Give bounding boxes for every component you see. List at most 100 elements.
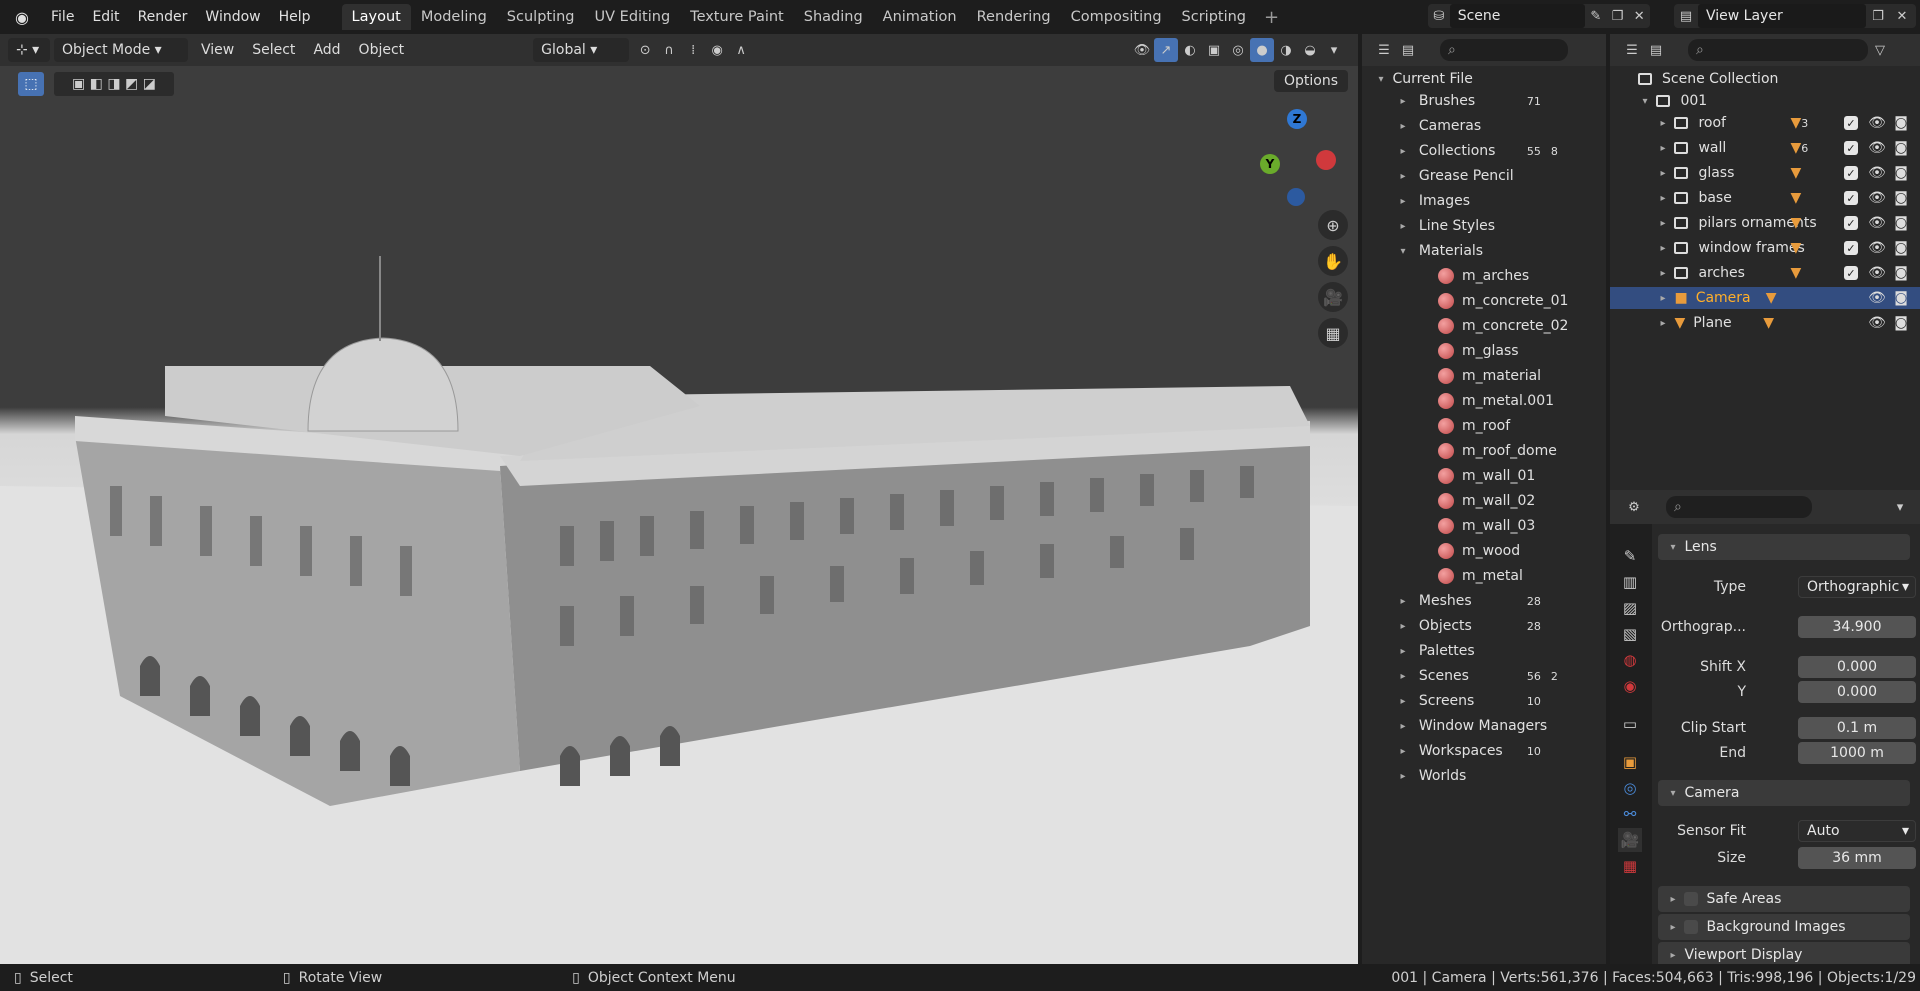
tab-compositing[interactable]: Compositing [1061,4,1172,30]
blender-logo-icon[interactable]: ◉ [12,7,32,27]
tree-item[interactable]: ▸ Window Managers [1362,715,1547,737]
file-outliner-search[interactable]: ⌕ [1440,39,1568,61]
render-camera-icon[interactable]: ◙ [1892,165,1910,181]
background-images-checkbox[interactable] [1684,920,1699,934]
eye-icon[interactable]: 👁 [1868,215,1886,231]
sensor-size-field[interactable]: 36 mm [1798,847,1916,869]
material-item[interactable]: m_metal.001 [1362,390,1554,412]
expand-triangle[interactable]: ▸ [1396,146,1410,157]
collapse-triangle[interactable]: ▸ [1666,950,1680,961]
expand-triangle[interactable]: ▾ [1374,74,1388,85]
outliner-editor-icon[interactable]: ☰ [1372,38,1396,62]
exclude-checkbox[interactable]: ✓ [1844,166,1858,180]
expand-triangle[interactable]: ▸ [1396,221,1410,232]
tree-item[interactable]: ▸ Brushes 71 [1362,90,1551,112]
eye-icon[interactable]: 👁 [1868,240,1886,256]
eye-icon[interactable]: 👁 [1868,190,1886,206]
collection-tab-icon[interactable]: ▭ [1618,712,1642,736]
tree-item[interactable]: ▸ Worlds [1362,765,1537,787]
properties-search[interactable]: ⌕ [1666,496,1812,518]
material-shading-icon[interactable]: ◑ [1274,38,1298,62]
texture-tab-icon[interactable]: ▦ [1618,854,1642,878]
tree-collection-001[interactable]: ▾ 001 [1638,90,1920,112]
expand-triangle[interactable]: ▸ [1396,196,1410,207]
outliner-row[interactable]: ▸ ▼ Plane ▼ 👁 ◙ [1610,312,1920,334]
expand-triangle[interactable]: ▸ [1396,621,1410,632]
eye-icon[interactable]: 👁 [1868,140,1886,156]
expand-triangle[interactable]: ▸ [1396,96,1410,107]
tab-uv-editing[interactable]: UV Editing [585,4,681,30]
tab-rendering[interactable]: Rendering [967,4,1061,30]
snap-target-icon[interactable]: ⁞ [681,38,705,62]
expand-triangle[interactable]: ▸ [1396,696,1410,707]
render-camera-icon[interactable]: ◙ [1892,265,1910,281]
expand-triangle[interactable]: ▸ [1396,771,1410,782]
camera-data-tab-icon[interactable]: 🎥 [1618,828,1642,852]
falloff-icon[interactable]: ∧ [729,38,753,62]
viewport-display-panel[interactable]: ▸ Viewport Display [1658,942,1910,964]
outliner-row[interactable]: ▸ ■ Camera ▼ 👁 ◙ [1610,287,1920,309]
3d-viewport[interactable]: ⬚ ▣ ◧ ◨ ◩ ◪ Options Z Y ⊕ ✋ 🎥 ▦ [0,66,1358,964]
shift-x-field[interactable]: 0.000 [1798,656,1916,678]
safe-areas-checkbox[interactable] [1684,892,1699,906]
delete-view-layer-icon[interactable]: ✕ [1890,4,1914,28]
object-tab-icon[interactable]: ▣ [1618,750,1642,774]
expand-triangle[interactable]: ▾ [1638,96,1652,107]
expand-triangle[interactable]: ▸ [1656,243,1670,254]
background-images-panel[interactable]: ▸ Background Images [1658,914,1910,940]
tab-layout[interactable]: Layout [341,4,411,30]
exclude-checkbox[interactable]: ✓ [1844,141,1858,155]
exclude-checkbox[interactable]: ✓ [1844,241,1858,255]
type-dropdown[interactable]: Orthographic ▾ [1798,576,1916,598]
overlay-icon[interactable]: ◐ [1178,38,1202,62]
pin-icon[interactable]: ✎ [1585,4,1607,28]
menu-render[interactable]: Render [129,4,197,30]
material-item[interactable]: m_glass [1362,340,1519,362]
tree-current-file[interactable]: ▾ Current File [1374,68,1472,90]
perspective-toggle-icon[interactable]: ▦ [1318,318,1348,348]
shift-y-field[interactable]: 0.000 [1798,681,1916,703]
expand-triangle[interactable]: ▸ [1396,596,1410,607]
render-camera-icon[interactable]: ◙ [1892,215,1910,231]
add-menu[interactable]: Add [304,42,349,58]
render-camera-icon[interactable]: ◙ [1892,140,1910,156]
material-item[interactable]: m_wood [1362,540,1520,562]
clip-start-field[interactable]: 0.1 m [1798,717,1916,739]
outliner-row[interactable]: ▸ glass ▼ ✓ 👁 ◙ [1610,162,1920,184]
gizmo-x-axis[interactable] [1316,150,1336,170]
display-mode-icon-2[interactable]: ▤ [1644,38,1668,62]
properties-options-icon[interactable]: ▾ [1888,495,1912,519]
new-scene-icon[interactable]: ❐ [1607,4,1629,28]
outliner-row[interactable]: ▸ window frames ▼ ✓ 👁 ◙ [1610,237,1920,259]
output-tab-icon[interactable]: ▨ [1618,596,1642,620]
rendered-shading-icon[interactable]: ◒ [1298,38,1322,62]
select-menu[interactable]: Select [243,42,304,58]
gizmo-y-axis[interactable]: Y [1260,154,1280,174]
eye-icon[interactable]: 👁 [1868,115,1886,131]
render-camera-icon[interactable]: ◙ [1892,190,1910,206]
render-camera-icon[interactable]: ◙ [1892,290,1910,306]
outliner-editor-icon-2[interactable]: ☰ [1620,38,1644,62]
xray-icon[interactable]: ▣ [1202,38,1226,62]
ortho-scale-field[interactable]: 34.900 [1798,616,1916,638]
material-item[interactable]: m_roof_dome [1362,440,1557,462]
material-item[interactable]: m_wall_01 [1362,465,1535,487]
view-menu[interactable]: View [192,42,243,58]
orientation-selector[interactable]: Global ▾ [533,38,630,62]
tab-sculpting[interactable]: Sculpting [497,4,585,30]
filter-icon[interactable]: ▽ [1868,38,1892,62]
material-item[interactable]: m_wall_03 [1362,515,1535,537]
camera-panel-header[interactable]: ▾ Camera [1658,780,1910,806]
expand-triangle[interactable]: ▾ [1396,246,1410,257]
delete-scene-icon[interactable]: ✕ [1628,4,1650,28]
render-tab-icon[interactable]: ▥ [1618,570,1642,594]
tree-item[interactable]: ▸ Collections 55 8 [1362,140,1557,162]
new-view-layer-icon[interactable]: ❐ [1866,4,1890,28]
expand-triangle[interactable]: ▸ [1656,293,1670,304]
tab-modeling[interactable]: Modeling [411,4,497,30]
clip-end-field[interactable]: 1000 m [1798,742,1916,764]
outliner-row[interactable]: ▸ arches ▼ ✓ 👁 ◙ [1610,262,1920,284]
material-item[interactable]: m_roof [1362,415,1510,437]
pivot-icon[interactable]: ⊙ [633,38,657,62]
exclude-checkbox[interactable]: ✓ [1844,191,1858,205]
